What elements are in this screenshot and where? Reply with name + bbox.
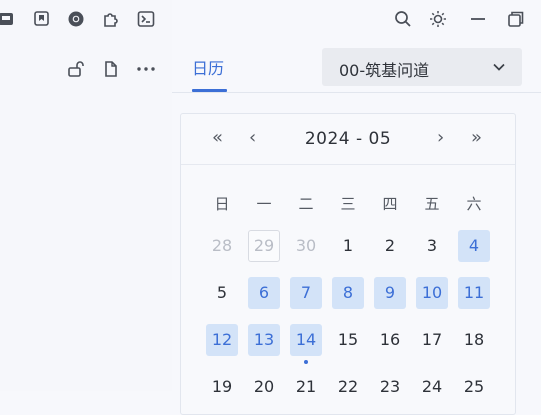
calendar-day[interactable]: 21 xyxy=(290,371,322,403)
calendar-day[interactable]: 16 xyxy=(374,324,406,356)
bookmark-icon[interactable] xyxy=(33,10,51,28)
calendar-day[interactable]: 17 xyxy=(416,324,448,356)
calendar-day[interactable]: 28 xyxy=(206,230,238,262)
weekday-label: 四 xyxy=(382,195,398,213)
calendar-day[interactable]: 22 xyxy=(332,371,364,403)
calendar-day[interactable]: 1 xyxy=(332,230,364,262)
calendar-day[interactable]: 20 xyxy=(248,371,280,403)
terminal-icon[interactable] xyxy=(137,10,155,28)
calendar-day[interactable]: 9 xyxy=(374,277,406,309)
calendar-day[interactable]: 5 xyxy=(206,277,238,309)
calendar-day[interactable]: 12 xyxy=(206,324,238,356)
more-icon[interactable] xyxy=(136,60,156,78)
calendar-day[interactable]: 18 xyxy=(458,324,490,356)
calendar-widget: « ‹ 2024 - 05 › » 日一二三四五六 28 29 30 1 2 3 4 5 6 7 8… xyxy=(180,113,516,415)
weekday-label: 二 xyxy=(298,195,314,213)
minimize-icon[interactable] xyxy=(469,10,487,28)
calendar-day[interactable]: 2 xyxy=(374,230,406,262)
calendar-day[interactable]: 19 xyxy=(206,371,238,403)
weekday-label: 日 xyxy=(214,195,230,213)
next-year-button[interactable]: » xyxy=(471,128,482,148)
day-note-dot xyxy=(304,360,308,364)
inbox-icon[interactable] xyxy=(0,10,16,28)
left-pane xyxy=(0,0,173,391)
weekday-label: 五 xyxy=(424,195,440,213)
unlock-icon[interactable] xyxy=(67,60,85,78)
tab-divider xyxy=(172,92,541,93)
file-icon[interactable] xyxy=(102,60,120,78)
calendar-day[interactable]: 14 xyxy=(290,324,322,356)
calendar-day[interactable]: 29 xyxy=(248,230,280,262)
weekday-label: 一 xyxy=(256,195,272,213)
search-icon[interactable] xyxy=(394,10,412,28)
calendar-day[interactable]: 15 xyxy=(332,324,364,356)
weekday-label: 六 xyxy=(466,195,482,213)
calendar-day[interactable]: 11 xyxy=(458,277,490,309)
month-label[interactable]: 2024 - 05 xyxy=(181,129,515,149)
calendar-day[interactable]: 3 xyxy=(416,230,448,262)
theme-icon[interactable] xyxy=(429,10,447,28)
chrome-icon[interactable] xyxy=(67,10,85,28)
notebook-select[interactable]: 00-筑基问道 xyxy=(322,48,522,86)
calendar-day[interactable]: 10 xyxy=(416,277,448,309)
calendar-day[interactable]: 6 xyxy=(248,277,280,309)
calendar-panel: 日历 00-筑基问道 « ‹ 2024 - 05 › » 日一二三四五六 28 2… xyxy=(172,0,541,415)
next-month-button[interactable]: › xyxy=(437,128,444,148)
calendar-day[interactable]: 7 xyxy=(290,277,322,309)
notebook-select-value: 00-筑基问道 xyxy=(339,61,430,80)
calendar-day[interactable]: 8 xyxy=(332,277,364,309)
calendar-day[interactable]: 24 xyxy=(416,371,448,403)
calendar-day[interactable]: 4 xyxy=(458,230,490,262)
calendar-day[interactable]: 30 xyxy=(290,230,322,262)
tab-calendar[interactable]: 日历 xyxy=(192,55,224,79)
chevron-down-icon xyxy=(492,60,506,74)
restore-icon[interactable] xyxy=(507,10,525,28)
puzzle-icon[interactable] xyxy=(102,10,120,28)
calendar-header-divider xyxy=(181,164,515,165)
calendar-day[interactable]: 13 xyxy=(248,324,280,356)
calendar-day[interactable]: 23 xyxy=(374,371,406,403)
calendar-day[interactable]: 25 xyxy=(458,371,490,403)
weekday-label: 三 xyxy=(340,195,356,213)
